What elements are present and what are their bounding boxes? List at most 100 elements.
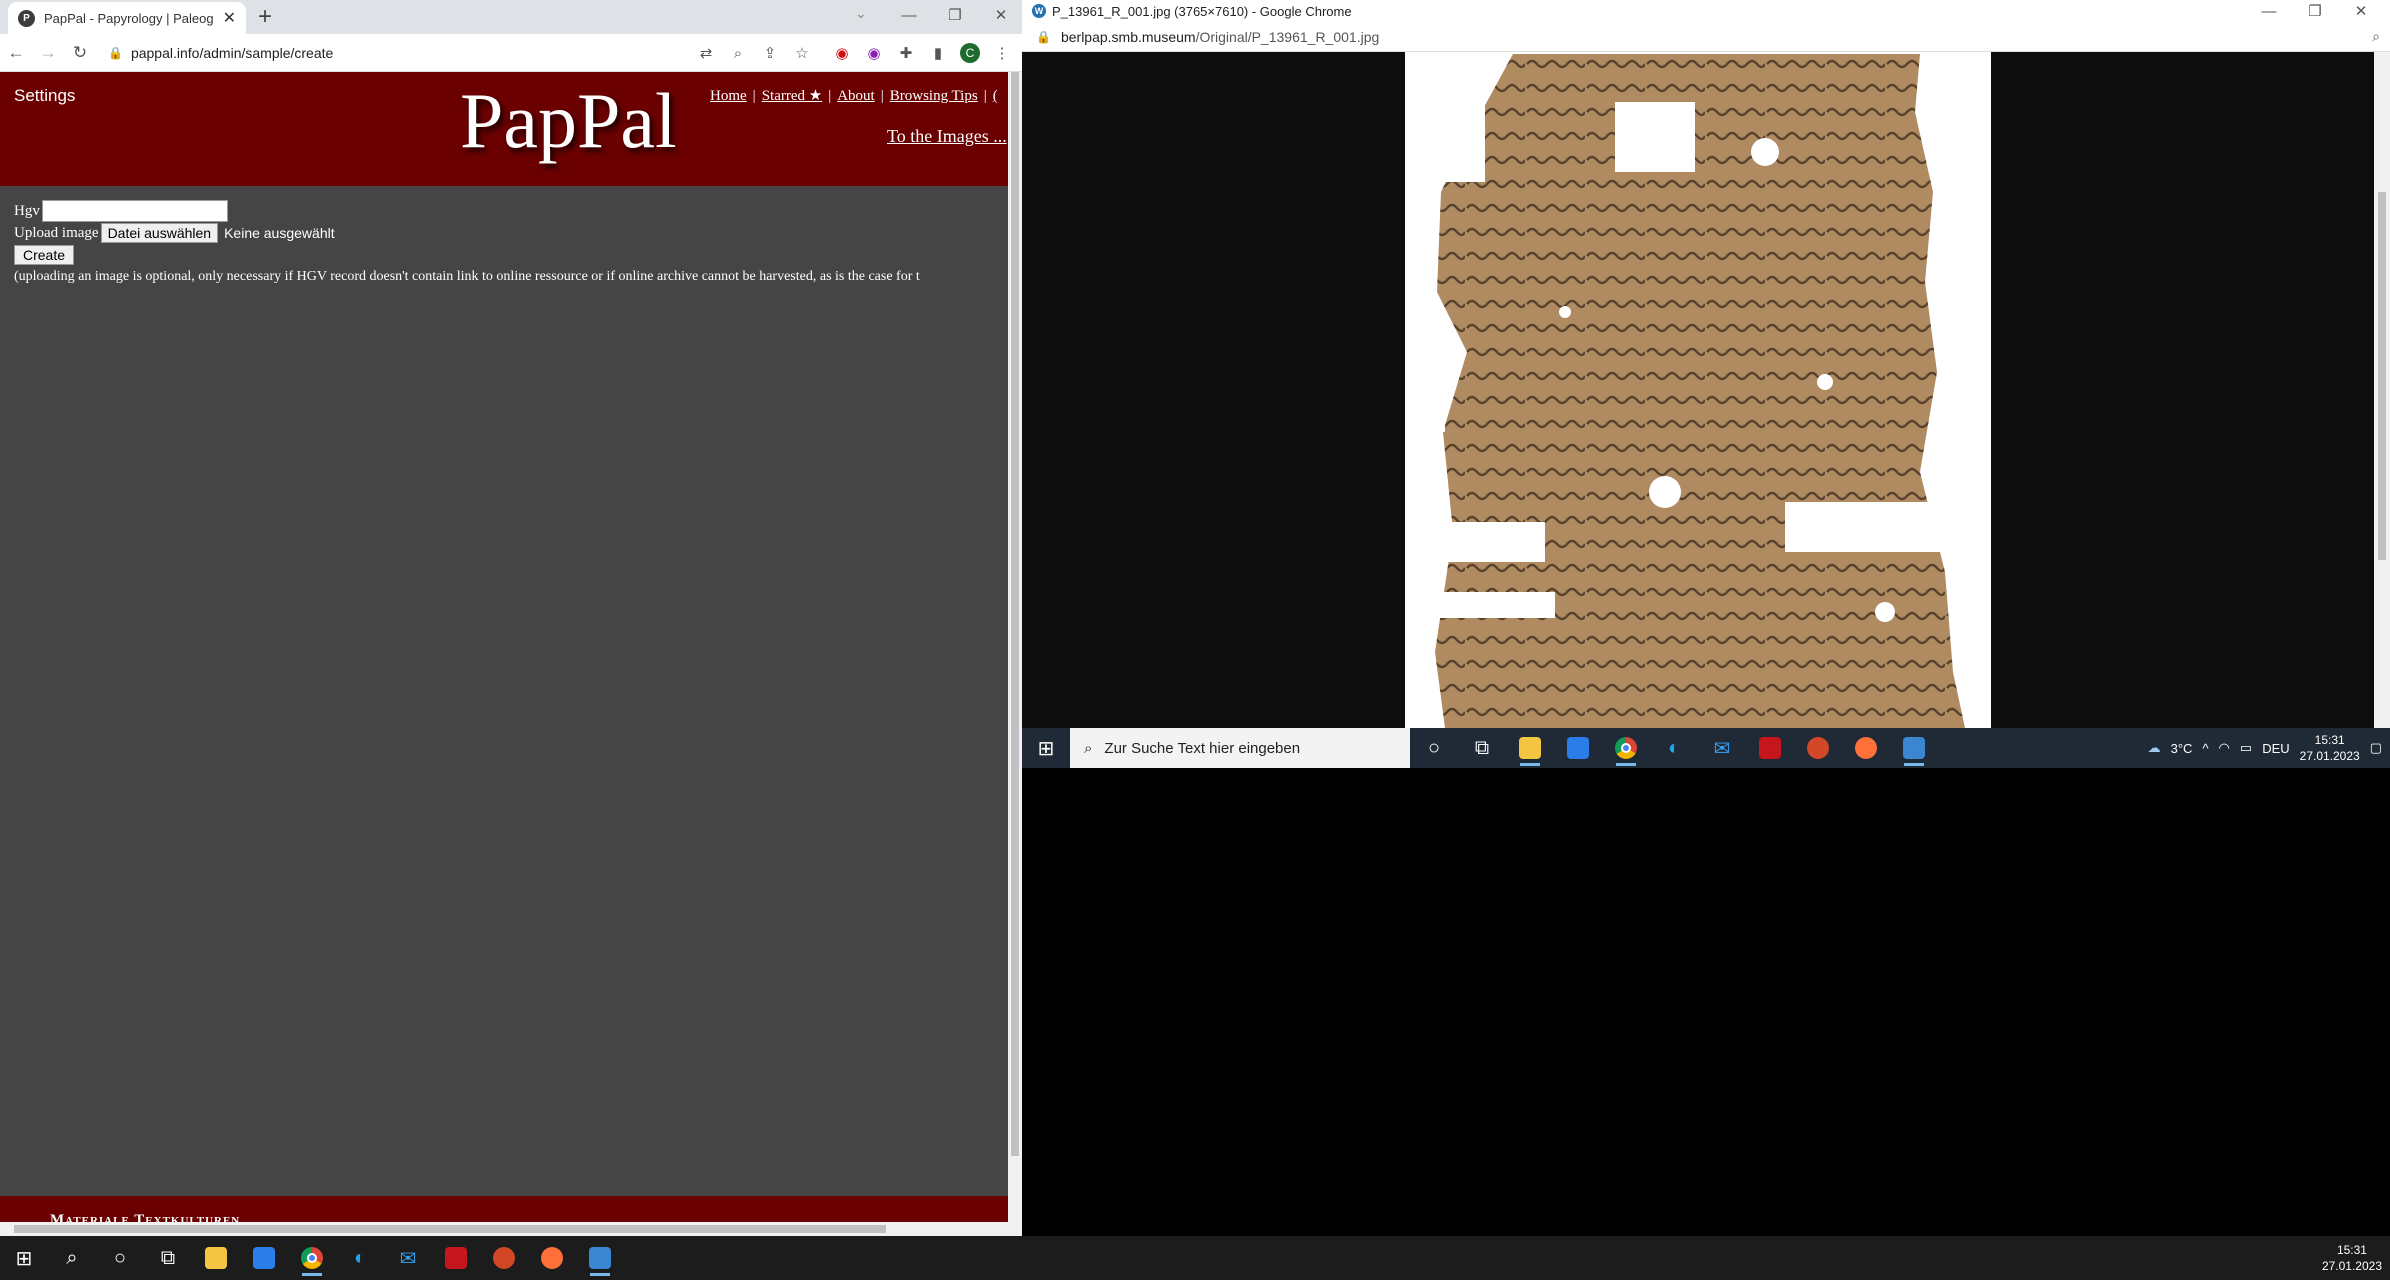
nav-browsing-tips[interactable]: Browsing Tips: [890, 88, 978, 104]
bookmark-star-icon[interactable]: ☆: [786, 38, 818, 68]
mail-icon[interactable]: ✉: [1698, 728, 1746, 768]
start-windows-icon[interactable]: ⊞: [1022, 728, 1070, 768]
start-windows-icon[interactable]: ⊞: [0, 1238, 48, 1278]
forward-arrow-icon[interactable]: →: [32, 38, 64, 68]
zoom-icon[interactable]: ⌕: [722, 38, 754, 68]
file-explorer-icon[interactable]: [1506, 728, 1554, 768]
chrome-icon[interactable]: [288, 1238, 336, 1278]
powerpoint-icon[interactable]: [480, 1238, 528, 1278]
popup-title: P_13961_R_001.jpg (3765×7610) - Google C…: [1052, 3, 1352, 19]
popup-scroll-thumb[interactable]: [2378, 192, 2386, 560]
system-tray: ☁ 3°C ^ ◠ ▭ DEU 15:31 27.01.2023 ▢: [2148, 732, 2390, 764]
battery-icon[interactable]: ▭: [2240, 740, 2252, 756]
tab-search-chevron-icon[interactable]: ⌄: [855, 5, 867, 22]
notification-icon[interactable]: ▢: [2370, 740, 2382, 756]
store-icon[interactable]: [1554, 728, 1602, 768]
nav-starred[interactable]: Starred ★: [762, 88, 823, 104]
cortana-circle-icon[interactable]: ○: [96, 1238, 144, 1278]
choose-file-button[interactable]: Datei auswählen: [100, 223, 219, 243]
zoom-icon[interactable]: ⌕: [2372, 28, 2380, 45]
nav-home[interactable]: Home: [710, 88, 747, 104]
back-arrow-icon[interactable]: ←: [0, 38, 32, 68]
popup-vertical-scrollbar[interactable]: [2374, 52, 2390, 728]
extension-red-icon[interactable]: ◉: [826, 38, 858, 68]
taskbar-search-placeholder: Zur Suche Text hier eingeben: [1104, 739, 1301, 757]
nav-separator: |: [983, 88, 987, 104]
upload-label: Upload image: [14, 224, 99, 241]
popup-address-bar[interactable]: 🔒 berlpap.smb.museum/Original/P_13961_R_…: [1022, 22, 2390, 52]
restore-icon[interactable]: ❐: [932, 0, 978, 30]
extensions-puzzle-icon[interactable]: ✚: [890, 38, 922, 68]
tab-pappal[interactable]: P PapPal - Papyrology | Paleograph ✕: [8, 2, 246, 34]
store-icon[interactable]: [240, 1238, 288, 1278]
weather-temp[interactable]: 3°C: [2171, 741, 2193, 756]
weather-cloud-icon[interactable]: ☁: [2148, 740, 2161, 756]
menu-kebab-icon[interactable]: ⋮: [986, 38, 1018, 68]
left-browser-window: P PapPal - Papyrology | Paleograph ✕ + ⌄…: [0, 0, 1022, 1236]
right-browser-window: W P_13961_R_001.jpg (3765×7610) - Google…: [1022, 0, 2390, 728]
acrobat-icon[interactable]: [1746, 728, 1794, 768]
tab-close-icon[interactable]: ✕: [223, 8, 236, 28]
share-icon[interactable]: ⇪: [754, 38, 786, 68]
cortana-circle-icon[interactable]: ○: [1410, 728, 1458, 768]
edge-icon[interactable]: ◐: [1650, 728, 1698, 768]
close-window-icon[interactable]: ✕: [978, 0, 1022, 30]
browser-toolbar: ← → ↻ 🔒 pappal.info/admin/sample/create …: [0, 34, 1022, 72]
translate-icon[interactable]: ⇄: [690, 38, 722, 68]
pappal-favicon-icon: P: [18, 9, 35, 27]
side-panel-icon[interactable]: ▮: [922, 38, 954, 68]
vertical-scroll-thumb[interactable]: [1011, 72, 1019, 1156]
taskbar-clock[interactable]: 15:31 27.01.2023: [2300, 732, 2360, 764]
edge-icon[interactable]: ◐: [336, 1238, 384, 1278]
task-view-icon[interactable]: ⧉: [1458, 728, 1506, 768]
taskbar-search-box[interactable]: ⌕ Zur Suche Text hier eingeben: [1070, 728, 1410, 768]
papyrus-image[interactable]: [1405, 52, 1991, 728]
network-icon[interactable]: ◠: [2219, 740, 2230, 756]
vertical-scrollbar[interactable]: [1008, 72, 1022, 1236]
horizontal-scroll-thumb[interactable]: [14, 1225, 886, 1233]
powerpoint-icon[interactable]: [1794, 728, 1842, 768]
reload-icon[interactable]: ↻: [64, 38, 96, 68]
photos-icon[interactable]: [576, 1238, 624, 1278]
papyrus-fragment-image: [1405, 52, 1975, 728]
hgv-input[interactable]: [41, 200, 228, 222]
chrome-icon[interactable]: [1602, 728, 1650, 768]
extension-purple-icon[interactable]: ◉: [858, 38, 890, 68]
mail-icon[interactable]: ✉: [384, 1238, 432, 1278]
main-taskbar: ⊞ ⌕ ○ ⧉ ◐ ✉ 15:31 27.01.2023: [0, 1236, 2390, 1280]
new-tab-button[interactable]: +: [258, 3, 272, 31]
settings-link[interactable]: Settings: [14, 86, 75, 106]
to-the-images-link[interactable]: To the Images ...: [887, 126, 1007, 147]
system-tray: 15:31 27.01.2023: [2322, 1242, 2390, 1274]
note-row: (uploading an image is optional, only ne…: [14, 266, 920, 288]
firefox-icon[interactable]: [1842, 728, 1890, 768]
tray-chevron-icon[interactable]: ^: [2202, 741, 2208, 756]
nav-about[interactable]: About: [837, 88, 875, 104]
task-view-icon[interactable]: ⧉: [144, 1238, 192, 1278]
clock-time: 15:31: [2336, 1243, 2367, 1257]
nav-truncated[interactable]: (: [993, 88, 998, 104]
search-icon[interactable]: ⌕: [48, 1238, 96, 1278]
tab-bar: P PapPal - Papyrology | Paleograph ✕ + ⌄…: [0, 0, 1022, 34]
nav-separator: |: [752, 88, 756, 104]
firefox-icon[interactable]: [528, 1238, 576, 1278]
hgv-label: Hgv: [14, 202, 40, 219]
taskbar-clock[interactable]: 15:31 27.01.2023: [2322, 1242, 2382, 1274]
clock-date: 27.01.2023: [2299, 749, 2360, 763]
clock-time: 15:31: [2314, 733, 2345, 747]
create-button[interactable]: Create: [14, 245, 75, 265]
clock-date: 27.01.2023: [2321, 1259, 2382, 1273]
profile-avatar[interactable]: C: [960, 43, 980, 63]
acrobat-icon[interactable]: [432, 1238, 480, 1278]
lock-icon: 🔒: [1036, 29, 1051, 44]
search-icon: ⌕: [1084, 739, 1093, 757]
file-status-text: Keine ausgewählt: [224, 225, 335, 241]
photos-icon[interactable]: [1890, 728, 1938, 768]
language-indicator[interactable]: DEU: [2262, 741, 2289, 756]
horizontal-scrollbar[interactable]: [0, 1222, 1008, 1236]
lock-icon: 🔒: [108, 46, 123, 60]
site-logo[interactable]: PapPal: [460, 76, 677, 166]
popup-url-domain: berlpap.smb.museum: [1060, 28, 1196, 45]
file-explorer-icon[interactable]: [192, 1238, 240, 1278]
minimize-icon[interactable]: —: [886, 0, 932, 30]
